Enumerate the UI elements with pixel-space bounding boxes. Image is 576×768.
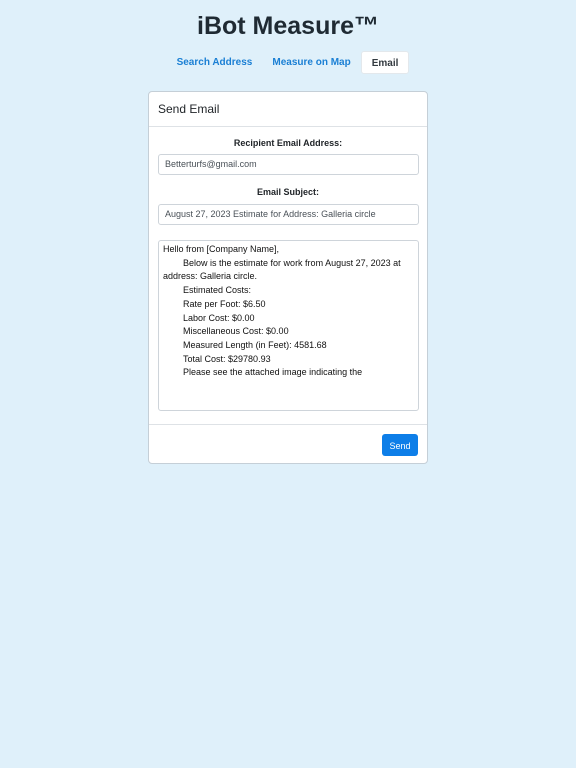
tab-bar: Search Address Measure on Map Email	[0, 51, 576, 74]
body-line: Hello from [Company Name],	[163, 244, 280, 254]
subject-label: Email Subject:	[256, 187, 319, 197]
body-line: Below is the estimate for work from Augu…	[163, 257, 404, 282]
app-title: iBot Measure™	[197, 12, 379, 40]
email-body-textarea[interactable]: Hello from [Company Name], Below is the …	[158, 240, 419, 411]
send-email-card: Send Email Recipient Email Address: Bett…	[148, 91, 428, 464]
email-subject-input[interactable]: August 27, 2023 Estimate for Address: Ga…	[158, 204, 419, 225]
body-line: Labor Cost: $0.00	[163, 312, 255, 323]
recipient-email-input[interactable]: Betterturfs@gmail.com	[158, 154, 419, 175]
body-line: Measured Length (in Feet): 4581.68	[163, 339, 327, 350]
body-line: Total Cost: $29780.93	[163, 353, 271, 364]
card-header: Send Email	[149, 92, 427, 127]
send-button[interactable]: Send	[382, 434, 418, 456]
card-footer: Send	[149, 424, 427, 464]
body-line: Miscellaneous Cost: $0.00	[163, 326, 289, 337]
body-line: Please see the attached image indicating…	[163, 367, 363, 378]
tab-search-address[interactable]: Search Address	[167, 51, 263, 74]
body-line: Estimated Costs:	[163, 285, 252, 296]
body-line: Rate per Foot: $6.50	[163, 298, 266, 309]
recipient-label: Recipient Email Address:	[233, 138, 343, 148]
tab-email[interactable]: Email	[360, 51, 410, 74]
tab-measure-on-map[interactable]: Measure on Map	[262, 51, 360, 74]
